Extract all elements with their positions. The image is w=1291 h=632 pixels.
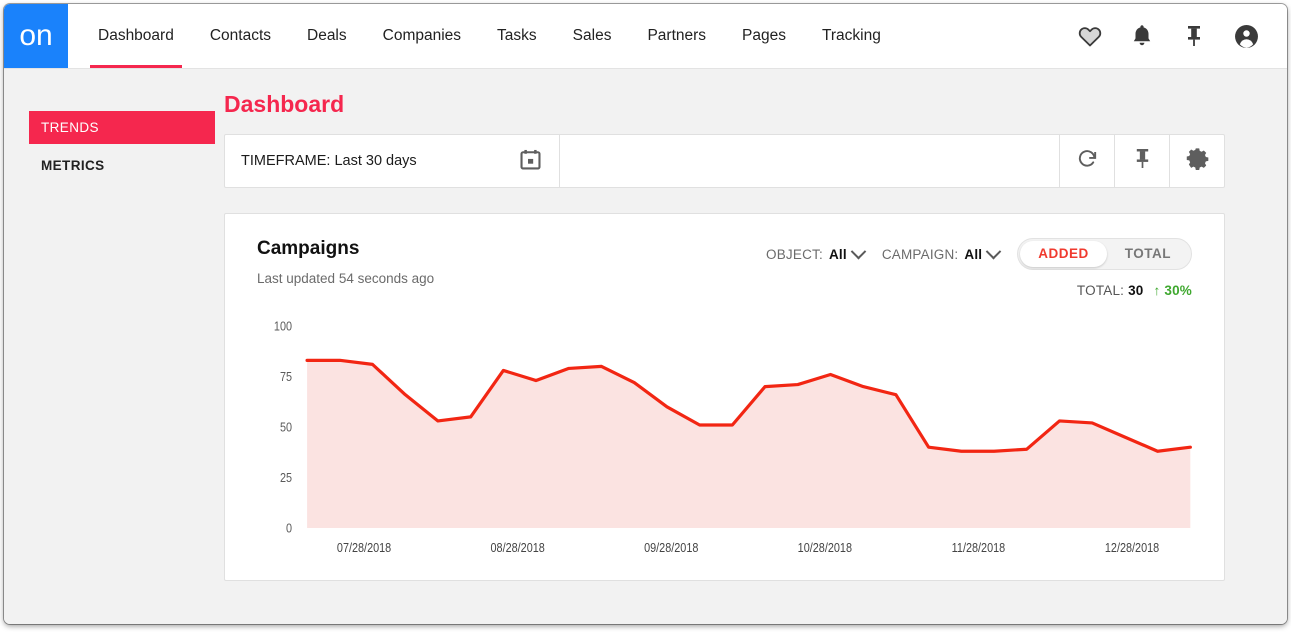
mode-toggle: ADDED TOTAL bbox=[1017, 238, 1192, 270]
nav-item-deals[interactable]: Deals bbox=[289, 4, 365, 68]
nav-item-pages[interactable]: Pages bbox=[724, 4, 804, 68]
x-axis-tick: 09/28/2018 bbox=[644, 540, 699, 555]
dashboard-toolbar: TIMEFRAME: Last 30 days bbox=[224, 134, 1225, 188]
nav-label: Tasks bbox=[497, 27, 537, 45]
pin-icon bbox=[1133, 147, 1152, 175]
campaign-filter-value: All bbox=[964, 247, 982, 262]
campaigns-card: Campaigns Last updated 54 seconds ago OB… bbox=[224, 213, 1225, 581]
card-heading-group: Campaigns Last updated 54 seconds ago bbox=[257, 238, 434, 286]
object-filter-value: All bbox=[829, 247, 847, 262]
refresh-button[interactable] bbox=[1059, 135, 1114, 187]
total-delta: ↑ 30% bbox=[1153, 283, 1192, 298]
main-column: Dashboard TIMEFRAME: Last 30 days bbox=[224, 69, 1287, 624]
account-icon[interactable] bbox=[1233, 23, 1259, 49]
nav-item-sales[interactable]: Sales bbox=[555, 4, 630, 68]
gear-icon bbox=[1186, 147, 1209, 175]
toolbar-spacer bbox=[560, 135, 1059, 187]
page-body: TRENDS METRICS Dashboard TIMEFRAME: Last… bbox=[4, 69, 1287, 624]
timeframe-selector[interactable]: TIMEFRAME: Last 30 days bbox=[225, 135, 560, 187]
navbar-actions bbox=[1077, 4, 1287, 68]
x-axis-tick: 11/28/2018 bbox=[952, 540, 1006, 555]
calendar-icon bbox=[520, 149, 541, 174]
app-window: on Dashboard Contacts Deals Companies Ta… bbox=[4, 4, 1287, 624]
sidebar: TRENDS METRICS bbox=[4, 69, 224, 624]
nav-label: Tracking bbox=[822, 27, 881, 45]
filters-row: OBJECT: All CAMPAIGN: All ADDED bbox=[766, 238, 1192, 270]
sidebar-item-label: METRICS bbox=[41, 158, 105, 173]
nav-item-contacts[interactable]: Contacts bbox=[192, 4, 289, 68]
y-axis-tick: 100 bbox=[274, 319, 292, 334]
campaign-filter-dropdown[interactable]: CAMPAIGN: All bbox=[882, 247, 999, 262]
chevron-down-icon bbox=[851, 243, 867, 259]
sidebar-item-label: TRENDS bbox=[41, 120, 99, 135]
bell-icon[interactable] bbox=[1129, 23, 1155, 49]
nav-item-tasks[interactable]: Tasks bbox=[479, 4, 555, 68]
app-logo[interactable]: on bbox=[4, 4, 68, 68]
card-title: Campaigns bbox=[257, 238, 434, 260]
x-axis-tick: 10/28/2018 bbox=[798, 540, 853, 555]
nav-item-dashboard[interactable]: Dashboard bbox=[80, 4, 192, 68]
x-axis-tick: 07/28/2018 bbox=[337, 540, 392, 555]
toggle-total[interactable]: TOTAL bbox=[1107, 241, 1189, 267]
total-value: 30 bbox=[1128, 283, 1143, 298]
card-controls: OBJECT: All CAMPAIGN: All ADDED bbox=[766, 238, 1192, 298]
y-axis-tick: 0 bbox=[286, 521, 292, 536]
nav-label: Companies bbox=[383, 27, 461, 45]
nav-label: Partners bbox=[647, 27, 706, 45]
campaigns-area-chart: 0 25 50 75 100 07/28/2018 08/28/2018 09/28/2018… bbox=[257, 310, 1192, 560]
page-title: Dashboard bbox=[224, 91, 1225, 118]
y-axis-tick: 75 bbox=[280, 369, 292, 384]
x-axis-tick: 12/28/2018 bbox=[1105, 540, 1160, 555]
nav-label: Contacts bbox=[210, 27, 271, 45]
y-axis-tick: 25 bbox=[280, 470, 292, 485]
x-axis-tick: 08/28/2018 bbox=[491, 540, 546, 555]
nav-label: Dashboard bbox=[98, 27, 174, 45]
sidebar-item-trends[interactable]: TRENDS bbox=[29, 111, 215, 144]
card-header: Campaigns Last updated 54 seconds ago OB… bbox=[257, 238, 1192, 298]
refresh-icon bbox=[1076, 147, 1099, 175]
y-axis-tick: 50 bbox=[280, 420, 292, 435]
chevron-down-icon bbox=[986, 243, 1002, 259]
sidebar-item-metrics[interactable]: METRICS bbox=[29, 149, 215, 182]
nav-item-companies[interactable]: Companies bbox=[365, 4, 479, 68]
main-nav: Dashboard Contacts Deals Companies Tasks… bbox=[68, 4, 1077, 68]
chart-container: 0 25 50 75 100 07/28/2018 08/28/2018 09/28/2018… bbox=[257, 310, 1192, 560]
chart-area-fill bbox=[307, 360, 1190, 528]
object-filter-dropdown[interactable]: OBJECT: All bbox=[766, 247, 864, 262]
object-filter-label: OBJECT: bbox=[766, 247, 823, 262]
total-summary: TOTAL: 30 ↑ 30% bbox=[1077, 283, 1192, 298]
timeframe-label: TIMEFRAME: Last 30 days bbox=[241, 153, 417, 169]
nav-label: Pages bbox=[742, 27, 786, 45]
heart-icon[interactable] bbox=[1077, 23, 1103, 49]
campaign-filter-label: CAMPAIGN: bbox=[882, 247, 959, 262]
nav-label: Deals bbox=[307, 27, 347, 45]
toggle-added[interactable]: ADDED bbox=[1020, 241, 1107, 267]
nav-item-partners[interactable]: Partners bbox=[629, 4, 724, 68]
settings-button[interactable] bbox=[1169, 135, 1224, 187]
nav-item-tracking[interactable]: Tracking bbox=[804, 4, 899, 68]
pin-icon[interactable] bbox=[1181, 23, 1207, 49]
pin-button[interactable] bbox=[1114, 135, 1169, 187]
card-subtitle: Last updated 54 seconds ago bbox=[257, 271, 434, 286]
total-label: TOTAL: bbox=[1077, 283, 1124, 298]
top-navbar: on Dashboard Contacts Deals Companies Ta… bbox=[4, 4, 1287, 69]
nav-label: Sales bbox=[573, 27, 612, 45]
